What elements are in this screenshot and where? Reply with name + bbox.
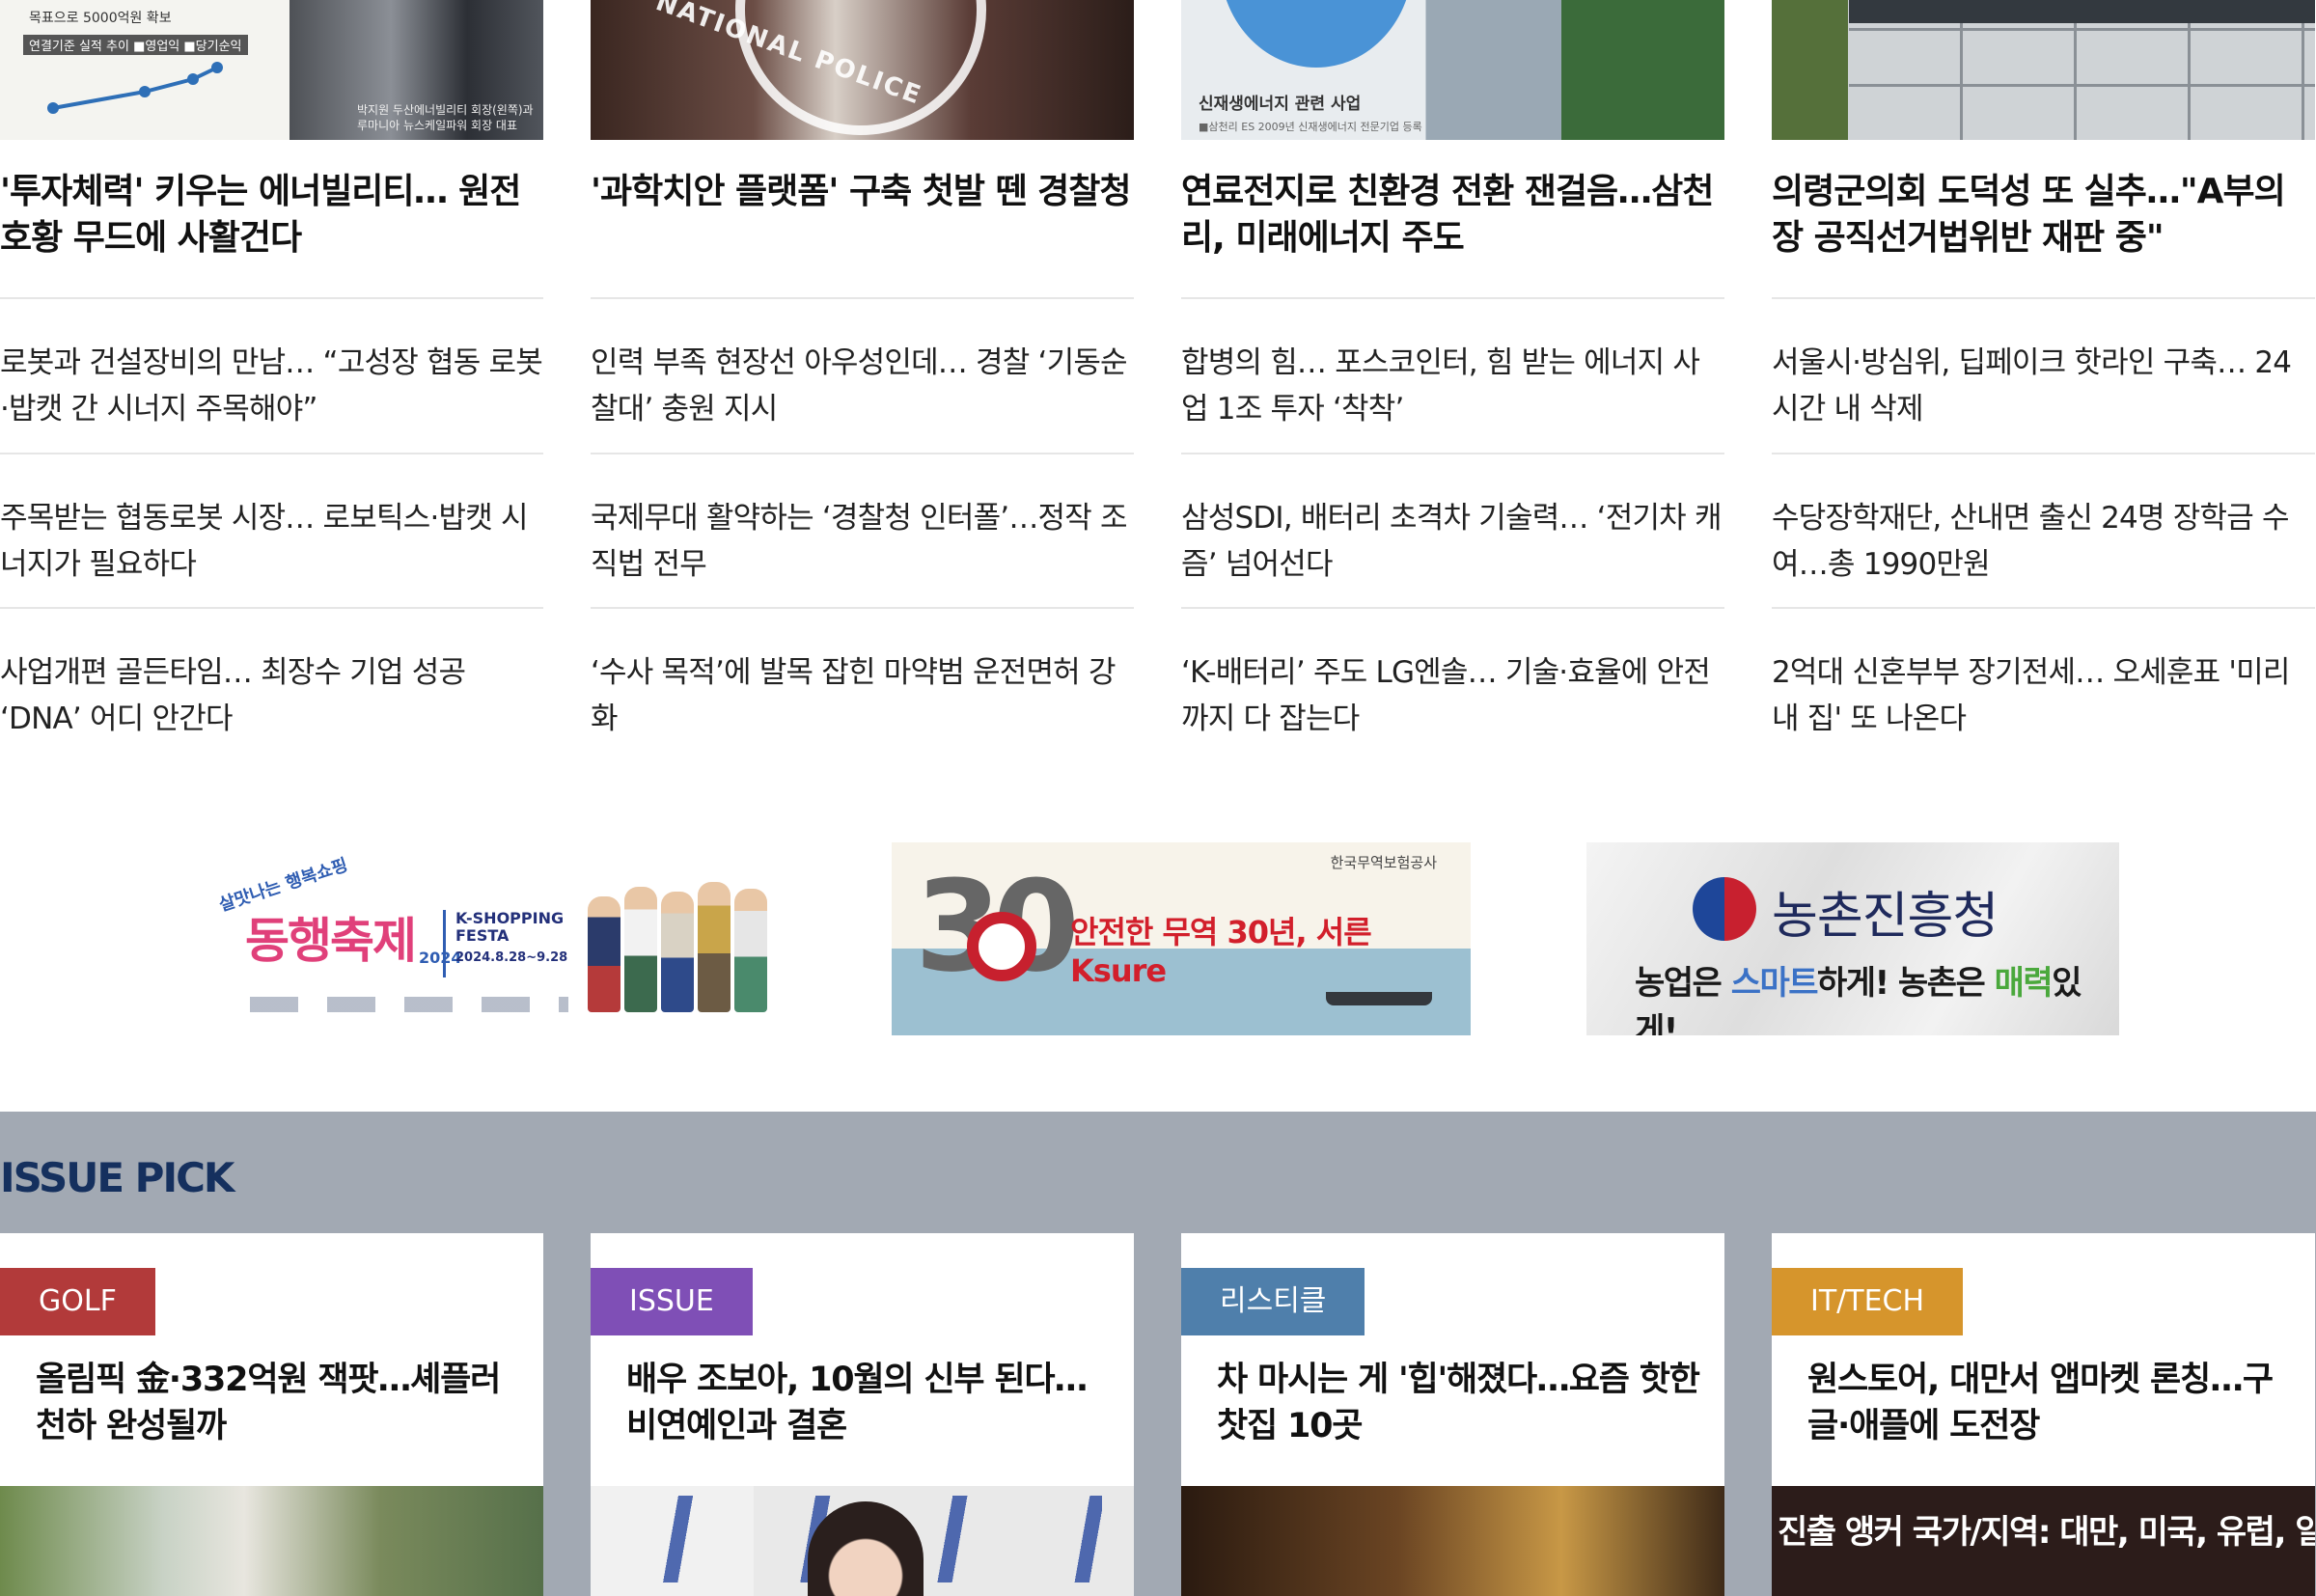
issue-card[interactable]: 리스티클 차 마시는 게 '힙'해졌다…요즘 핫한 찻집 10곳 <box>1181 1233 1724 1596</box>
article-thumbnail[interactable]: 목표으로 5000억원 확보 연결기준 실적 추이 ■영업익 ■당기순익 박지원… <box>0 0 543 140</box>
card-image[interactable] <box>1181 1486 1724 1596</box>
card-title[interactable]: 배우 조보아, 10월의 신부 된다…비연예인과 결혼 <box>626 1357 1109 1449</box>
slogan-part: 농업은 <box>1635 964 1731 1003</box>
sub-article-link[interactable]: 서울시·방심위, 딥페이크 핫라인 구축… 24시간 내 삭제 <box>1772 297 2315 452</box>
thumbnail-building-top <box>1849 0 2315 23</box>
sponsor-logos <box>250 997 568 1012</box>
article-headline[interactable]: '과학치안 플랫폼' 구축 첫발 뗀 경찰청 <box>591 169 1134 215</box>
article-headline[interactable]: '투자체력' 키우는 에너빌리티… 원전 호황 무드에 사활건다 <box>0 169 543 261</box>
banner-slogan: 안전한 무역 30년, 서른 Ksure <box>1070 914 1372 989</box>
card-image[interactable] <box>591 1486 1134 1596</box>
sub-article-link[interactable]: 주목받는 협동로봇 시장… 로보틱스·밥캣 시너지가 필요하다 <box>0 453 543 607</box>
rda-banner[interactable]: 농촌진흥청 농업은 스마트하게! 농촌은 매력있게! <box>1586 842 2119 1035</box>
slogan-part: 하게! 농촌은 <box>1817 964 1995 1003</box>
banner-slogan: 농업은 스마트하게! 농촌은 매력있게! <box>1635 956 2119 1035</box>
card-title[interactable]: 올림픽 金·332억원 잭팟…셰플러 천하 완성될까 <box>36 1357 518 1449</box>
thumbnail-caption: 신재생에너지 관련 사업 <box>1199 95 1362 114</box>
news-grid: 목표으로 5000억원 확보 연결기준 실적 추이 ■영업익 ■당기순익 박지원… <box>0 0 2316 762</box>
sub-article-link[interactable]: 2억대 신혼부부 장기전세… 오세훈표 '미리 내 집' 또 나온다 <box>1772 607 2315 761</box>
issue-card[interactable]: GOLF 올림픽 金·332억원 잭팟…셰플러 천하 완성될까 <box>0 1233 543 1596</box>
category-tag[interactable]: GOLF <box>0 1268 155 1335</box>
thumbnail-note: ■삼천리 ES 2009년 신재생에너지 전문기업 등록 <box>1199 121 1422 133</box>
thumbnail-chart: 목표으로 5000억원 확보 연결기준 실적 추이 ■영업익 ■당기순익 <box>0 0 290 140</box>
slogan-charm: 매력 <box>1994 964 2054 1003</box>
issue-card[interactable]: IT/TECH 원스토어, 대만서 앱마켓 론칭…구글·애플에 도전장 진출 앵… <box>1772 1233 2315 1596</box>
sub-article-link[interactable]: ‘K-배터리’ 주도 LG엔솔… 기술·효율에 안전까지 다 잡는다 <box>1181 607 1724 761</box>
issue-card[interactable]: ISSUE 배우 조보아, 10월의 신부 된다…비연예인과 결혼 <box>591 1233 1134 1596</box>
sub-article-link[interactable]: 사업개편 골든타임… 최장수 기업 성공 ‘DNA’ 어디 안간다 <box>0 607 543 761</box>
sub-article-link[interactable]: ‘수사 목적’에 발목 잡힌 마약범 운전면허 강화 <box>591 607 1134 761</box>
ship-icon <box>1326 992 1432 1005</box>
sub-article-link[interactable]: 합병의 힘… 포스코인터, 힘 받는 에너지 사업 1조 투자 ‘착착’ <box>1181 297 1724 452</box>
card-title[interactable]: 원스토어, 대만서 앱마켓 론칭…구글·애플에 도전장 <box>1807 1357 2290 1449</box>
category-tag[interactable]: ISSUE <box>591 1268 753 1335</box>
thumbnail-caption: 박지원 두산에너빌리티 회장(왼쪽)과 루마니아 뉴스케일파워 회장 대표 <box>357 103 534 132</box>
sub-article-link[interactable]: 삼성SDI, 배터리 초격차 기술력… ‘전기차 캐즘’ 넘어선다 <box>1181 453 1724 607</box>
article-headline[interactable]: 연료전지로 친환경 전환 잰걸음…삼천리, 미래에너지 주도 <box>1181 169 1724 261</box>
card-title[interactable]: 차 마시는 게 '힙'해졌다…요즘 핫한 찻집 10곳 <box>1217 1357 1700 1449</box>
banner-title: 동행축제 <box>245 913 417 969</box>
shopping-festa-banner[interactable]: 살맛나는 행복쇼핑 동행축제 2024 K-SHOPPING FESTA 202… <box>197 842 775 1035</box>
ksure-banner[interactable]: 한국무역보험공사 30 안전한 무역 30년, 서른 Ksure <box>892 842 1471 1035</box>
card-image[interactable] <box>0 1486 543 1596</box>
ksure-logo-icon <box>967 912 1036 981</box>
banner-divider <box>443 910 446 977</box>
banner-org: 농촌진흥청 <box>1772 888 1999 946</box>
banner-people-illustration <box>588 867 771 1012</box>
card-image[interactable]: 진출 앵커 국가/지역: 대만, 미국, 유럽, 일본 <box>1772 1486 2315 1596</box>
thumbnail-line-chart <box>47 62 223 114</box>
sub-article-link[interactable]: 로봇과 건설장비의 만남… “고성장 협동 로봇·밥캣 간 시너지 주목해야” <box>0 297 543 452</box>
thumbnail-pie <box>1220 0 1413 68</box>
sub-article-link[interactable]: 인력 부족 현장선 아우성인데… 경찰 ‘기동순찰대’ 충원 지시 <box>591 297 1134 452</box>
article-thumbnail[interactable]: 신재생에너지 관련 사업 ■삼천리 ES 2009년 신재생에너지 전문기업 등… <box>1181 0 1724 140</box>
banner-festa: K-SHOPPING FESTA <box>455 909 565 945</box>
category-tag[interactable]: 리스티클 <box>1181 1268 1365 1335</box>
card-image-text: 진출 앵커 국가/지역: 대만, 미국, 유럽, 일본 <box>1778 1513 2315 1552</box>
taegeuk-emblem-icon <box>1693 877 1756 941</box>
banner-org: 한국무역보험공사 <box>1330 854 1437 871</box>
sub-article-link[interactable]: 수당장학재단, 산내면 출신 24명 장학금 수여…총 1990만원 <box>1772 453 2315 607</box>
article-thumbnail[interactable]: NATIONAL POLICE <box>591 0 1134 140</box>
section-title: ISSUE PICK <box>0 1154 234 1201</box>
sub-article-link[interactable]: 국제무대 활약하는 ‘경찰청 인터폴’…정작 조직법 전무 <box>591 453 1134 607</box>
slogan-smart: 스마트 <box>1730 964 1819 1003</box>
article-thumbnail[interactable] <box>1772 0 2315 140</box>
issue-pick-section: ISSUE PICK GOLF 올림픽 金·332억원 잭팟…셰플러 천하 완성… <box>0 1112 2316 1596</box>
category-tag[interactable]: IT/TECH <box>1772 1268 1964 1335</box>
article-headline[interactable]: 의령군의회 도덕성 또 실추…"A부의장 공직선거법위반 재판 중" <box>1772 169 2315 261</box>
banner-dates: 2024.8.28~9.28 <box>455 950 568 965</box>
